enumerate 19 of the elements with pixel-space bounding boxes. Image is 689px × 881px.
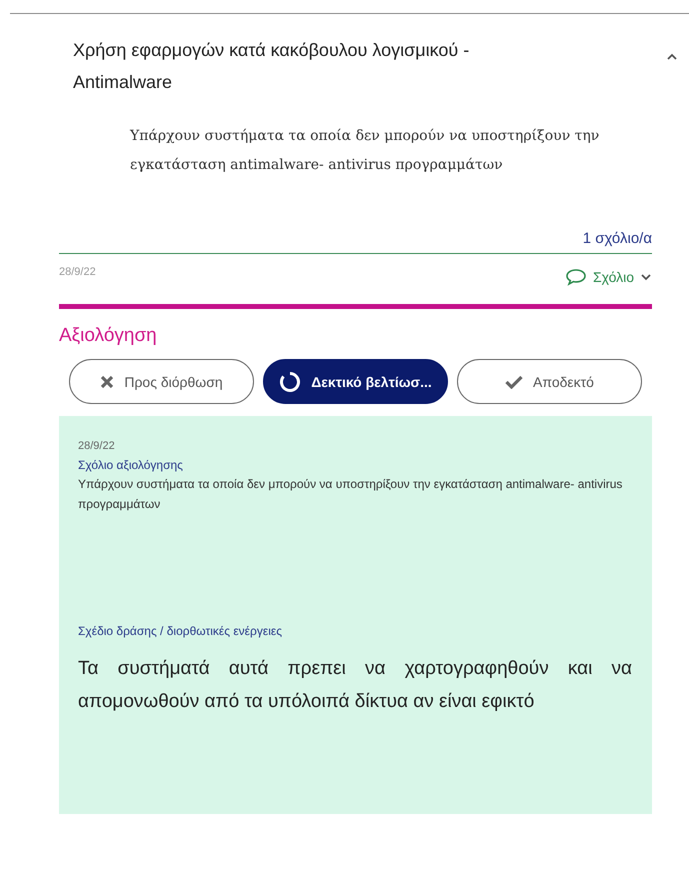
rating-option[interactable]: Προς διόρθωση — [69, 359, 254, 404]
evaluation-comment: Υπάρχουν συστήματα τα οποία δεν μπορούν να υποστηρίξουν την εγκατάσταση antimalware- antivirus προγραμμάτων — [78, 476, 624, 513]
section-title: Αξιολόγηση — [59, 325, 158, 347]
comment-count: 1 σχόλιο/α — [59, 230, 652, 254]
check-icon — [505, 374, 524, 388]
comment-button[interactable]: Σχόλιο — [564, 268, 652, 286]
speech-bubble-icon — [564, 268, 587, 286]
item-title: Χρήση εφαρμογών κατά κακόβουλου λογισμικού - Antimalware — [73, 39, 470, 94]
rating-option[interactable]: Αποδεκτό — [457, 359, 642, 404]
rating-option[interactable]: Δεκτικό βελτίωσ... — [263, 359, 448, 404]
field-label: Σχόλιο αξιολόγησης — [78, 458, 184, 472]
field-label: Σχέδιο δράσης / διορθωτικές ενέργειες — [78, 624, 283, 638]
action-plan-text: Τα συστήματά αυτά πρεπει να χαρτογραφηθούν και να απομονωθούν από τα υπόλοιπά δίκτυα αν είναι εφικτό — [78, 657, 632, 714]
cross-icon — [100, 374, 114, 388]
date-text: 28/9/22 — [78, 440, 116, 452]
ring-icon — [279, 370, 302, 392]
item-description: Υπάρχουν συστήματα τα οποία δεν μπορούν να υποστηρίξουν την εγκατάσταση antimalware- antivirus προγραμμάτων — [128, 127, 600, 175]
date-text: 28/9/22 — [59, 266, 96, 278]
chevron-down-icon — [640, 272, 652, 282]
